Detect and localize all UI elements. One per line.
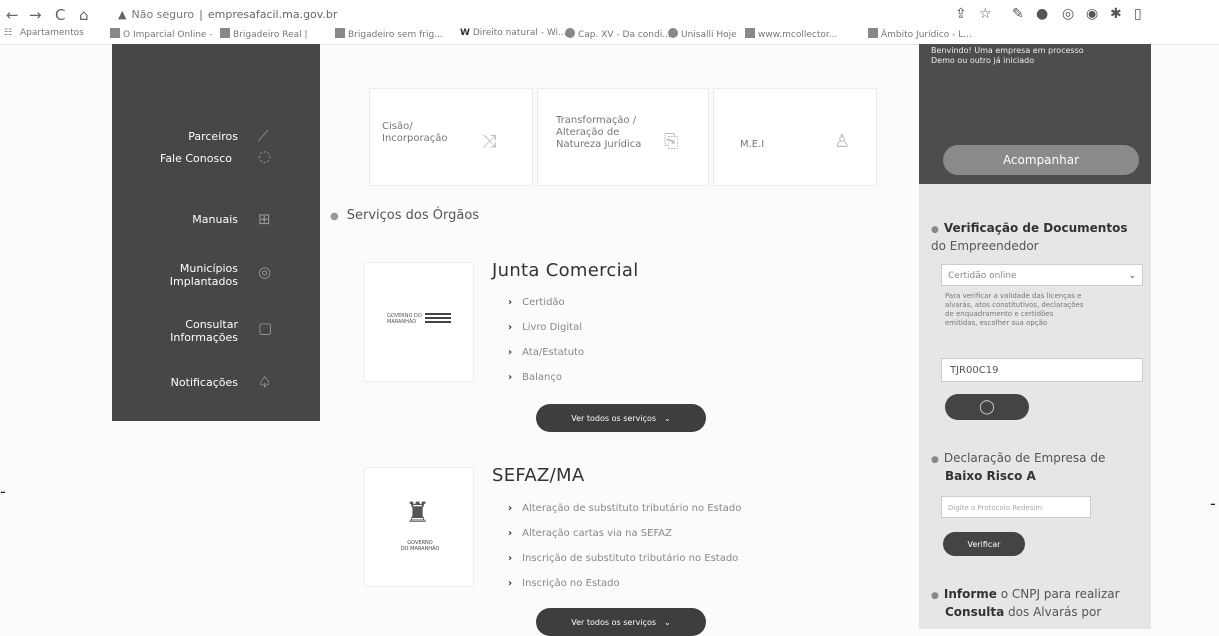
- manual-icon: ⊞: [258, 210, 271, 228]
- bell-icon: ♤: [258, 373, 272, 391]
- follow-panel: Benvindo! Uma empresa em processo Demo o…: [919, 44, 1151, 184]
- service-link[interactable]: › Alteração cartas via na SEFAZ: [508, 528, 672, 539]
- flag-icon: [425, 313, 451, 325]
- extension-icon[interactable]: ◎: [1062, 6, 1074, 22]
- bookmarks-bar: ☷ Apartamentos O Imparcial Online - Brig…: [0, 26, 1219, 42]
- verify-submit-button[interactable]: ◯: [945, 394, 1029, 420]
- chevron-down-icon: ⌄: [664, 413, 671, 423]
- service-link[interactable]: › Balanço: [508, 372, 562, 383]
- browser-toolbar: ← → C ⌂ ▲ Não seguro | empresafacil.ma.g…: [0, 0, 1219, 45]
- home-button[interactable]: ⌂: [79, 6, 89, 24]
- info-icon: ▢: [258, 319, 273, 337]
- logo-text: GOVERNO DO MARANHÃO: [387, 313, 422, 325]
- follow-text: Benvindo! Uma empresa em processo Demo o…: [931, 46, 1084, 65]
- card-mei[interactable]: M.E.I ♙: [713, 88, 877, 186]
- forward-button[interactable]: →: [29, 6, 42, 24]
- sidebar-item-label: Municípios Implantados: [169, 262, 238, 288]
- sidebar-item-label: Fale Conosco: [160, 152, 232, 165]
- share-icon[interactable]: ⇪: [955, 6, 967, 22]
- scan-mark: -: [1210, 494, 1216, 513]
- bookmark-item[interactable]: Brigadeiro Real |: [220, 28, 308, 40]
- card-label: Cisão/ Incorporação: [382, 121, 448, 144]
- verificar-button[interactable]: Verificar: [943, 532, 1025, 556]
- extension-o-icon[interactable]: ●: [1036, 6, 1048, 22]
- sidebar-item-municipios[interactable]: Municípios Implantados ◎: [112, 262, 320, 296]
- bookmark-item[interactable]: Âmbito Jurídico - L...: [868, 28, 972, 40]
- service-link[interactable]: › Inscrição de substituto tributário no E…: [508, 553, 738, 564]
- protocol-input[interactable]: Digite o Protocolo Redesim: [941, 496, 1091, 518]
- bullet-icon: ●: [330, 211, 339, 222]
- verification-code-input[interactable]: TJR00C19: [941, 358, 1143, 382]
- service-link[interactable]: › Ata/Estatuto: [508, 347, 584, 358]
- service-link[interactable]: › Inscrição no Estado: [508, 578, 620, 589]
- pen-icon[interactable]: ✎: [1012, 6, 1024, 22]
- bookmark-item[interactable]: Cap. XV - Da condi...: [565, 28, 671, 40]
- follow-button[interactable]: Acompanhar: [943, 145, 1139, 175]
- location-icon: ◎: [258, 263, 272, 281]
- sidebar-item-fale-conosco[interactable]: Fale Conosco ◌: [112, 147, 320, 180]
- transform-icon: ⎘: [664, 131, 679, 152]
- card-label: M.E.I: [740, 139, 765, 150]
- sidebar-item-label: Manuais: [192, 213, 238, 226]
- sidebar-item-label: Consultar Informações: [170, 318, 238, 344]
- bookmark-item[interactable]: Unisalli Hoje: [668, 28, 737, 40]
- coat-of-arms-icon: ♜: [405, 496, 431, 529]
- see-all-services-button[interactable]: Ver todos os serviços ⌄: [536, 608, 706, 636]
- puzzle-icon[interactable]: ✱: [1110, 6, 1122, 22]
- bookmark-item[interactable]: W Direito natural - Wi...: [460, 28, 567, 38]
- split-icon: ⤨: [482, 131, 497, 152]
- card-label: Transformação / Alteração de Natureza Ju…: [556, 115, 642, 150]
- sidebar-item-label: Parceiros: [188, 130, 238, 143]
- sidebar: Parceiros ⟋ Fale Conosco ◌ Manuais ⊞ Mun…: [112, 44, 320, 421]
- person-icon: ♙: [834, 131, 851, 152]
- sidebar-item-label: Notificações: [170, 376, 238, 389]
- bookmark-item[interactable]: O Imparcial Online -: [110, 28, 213, 40]
- logo-text: GOVERNO DO MARANHÃO: [400, 540, 440, 552]
- document-type-select[interactable]: Certidão online ⌄: [941, 264, 1143, 286]
- service-link[interactable]: › Alteração de substituto tributário no E…: [508, 503, 741, 514]
- sidebar-item-notificacoes[interactable]: Notificações ♤: [112, 373, 320, 404]
- right-panel: ● Verificação de Documentos do Empreended…: [919, 184, 1151, 629]
- inform-cnpj-text: ● Informe o CNPJ para realizar Consulta do…: [931, 587, 1120, 619]
- junta-logo: GOVERNO DO MARANHÃO: [364, 262, 474, 382]
- chevron-down-icon: ⌄: [1128, 271, 1136, 281]
- chat-icon: ◌: [258, 147, 272, 165]
- sidepanel-icon[interactable]: ▯: [1134, 6, 1142, 22]
- handshake-icon: ⟋: [258, 127, 269, 145]
- bookmark-item[interactable]: Brigadeiro sem frig...: [335, 28, 443, 40]
- back-button[interactable]: ←: [6, 6, 19, 24]
- address-bar[interactable]: ▲ Não seguro | empresafacil.ma.gov.br: [118, 4, 938, 24]
- card-cisao[interactable]: Cisão/ Incorporação ⤨: [369, 88, 533, 186]
- apps-icon[interactable]: ☷: [4, 28, 12, 38]
- org-title: SEFAZ/MA: [492, 465, 585, 486]
- bookmark-item[interactable]: Apartamentos: [20, 28, 84, 38]
- sidebar-item-consultar[interactable]: Consultar Informações ▢: [112, 318, 320, 352]
- warning-icon: ▲: [118, 7, 127, 21]
- card-transformacao[interactable]: Transformação / Alteração de Natureza Ju…: [537, 88, 709, 186]
- loading-icon: ◯: [979, 399, 995, 415]
- security-label: Não seguro: [131, 7, 195, 21]
- section-title: ● Serviços dos Órgãos: [330, 208, 480, 223]
- reload-button[interactable]: C: [55, 6, 65, 24]
- scan-mark: -: [0, 482, 6, 501]
- declaration-title: ● Declaração de Empresa de Baixo Risco A: [931, 451, 1106, 483]
- verify-title: ● Verificação de Documentos do Empreended…: [931, 221, 1128, 253]
- extension-2-icon[interactable]: ◉: [1086, 6, 1098, 22]
- service-link[interactable]: › Certidão: [508, 297, 565, 308]
- star-icon[interactable]: ☆: [979, 6, 992, 22]
- bookmark-item[interactable]: www.mcollector...: [745, 28, 837, 40]
- url-text: empresafacil.ma.gov.br: [207, 7, 338, 21]
- verify-help-text: Para verificar a validade das licenças e…: [945, 292, 1084, 327]
- org-title: Junta Comercial: [492, 260, 639, 281]
- service-link[interactable]: › Livro Digital: [508, 322, 582, 333]
- sefaz-logo: ♜ GOVERNO DO MARANHÃO: [364, 467, 474, 587]
- see-all-services-button[interactable]: Ver todos os serviços ⌄: [536, 404, 706, 432]
- chevron-down-icon: ⌄: [664, 617, 671, 627]
- sidebar-item-manuais[interactable]: Manuais ⊞: [112, 210, 320, 240]
